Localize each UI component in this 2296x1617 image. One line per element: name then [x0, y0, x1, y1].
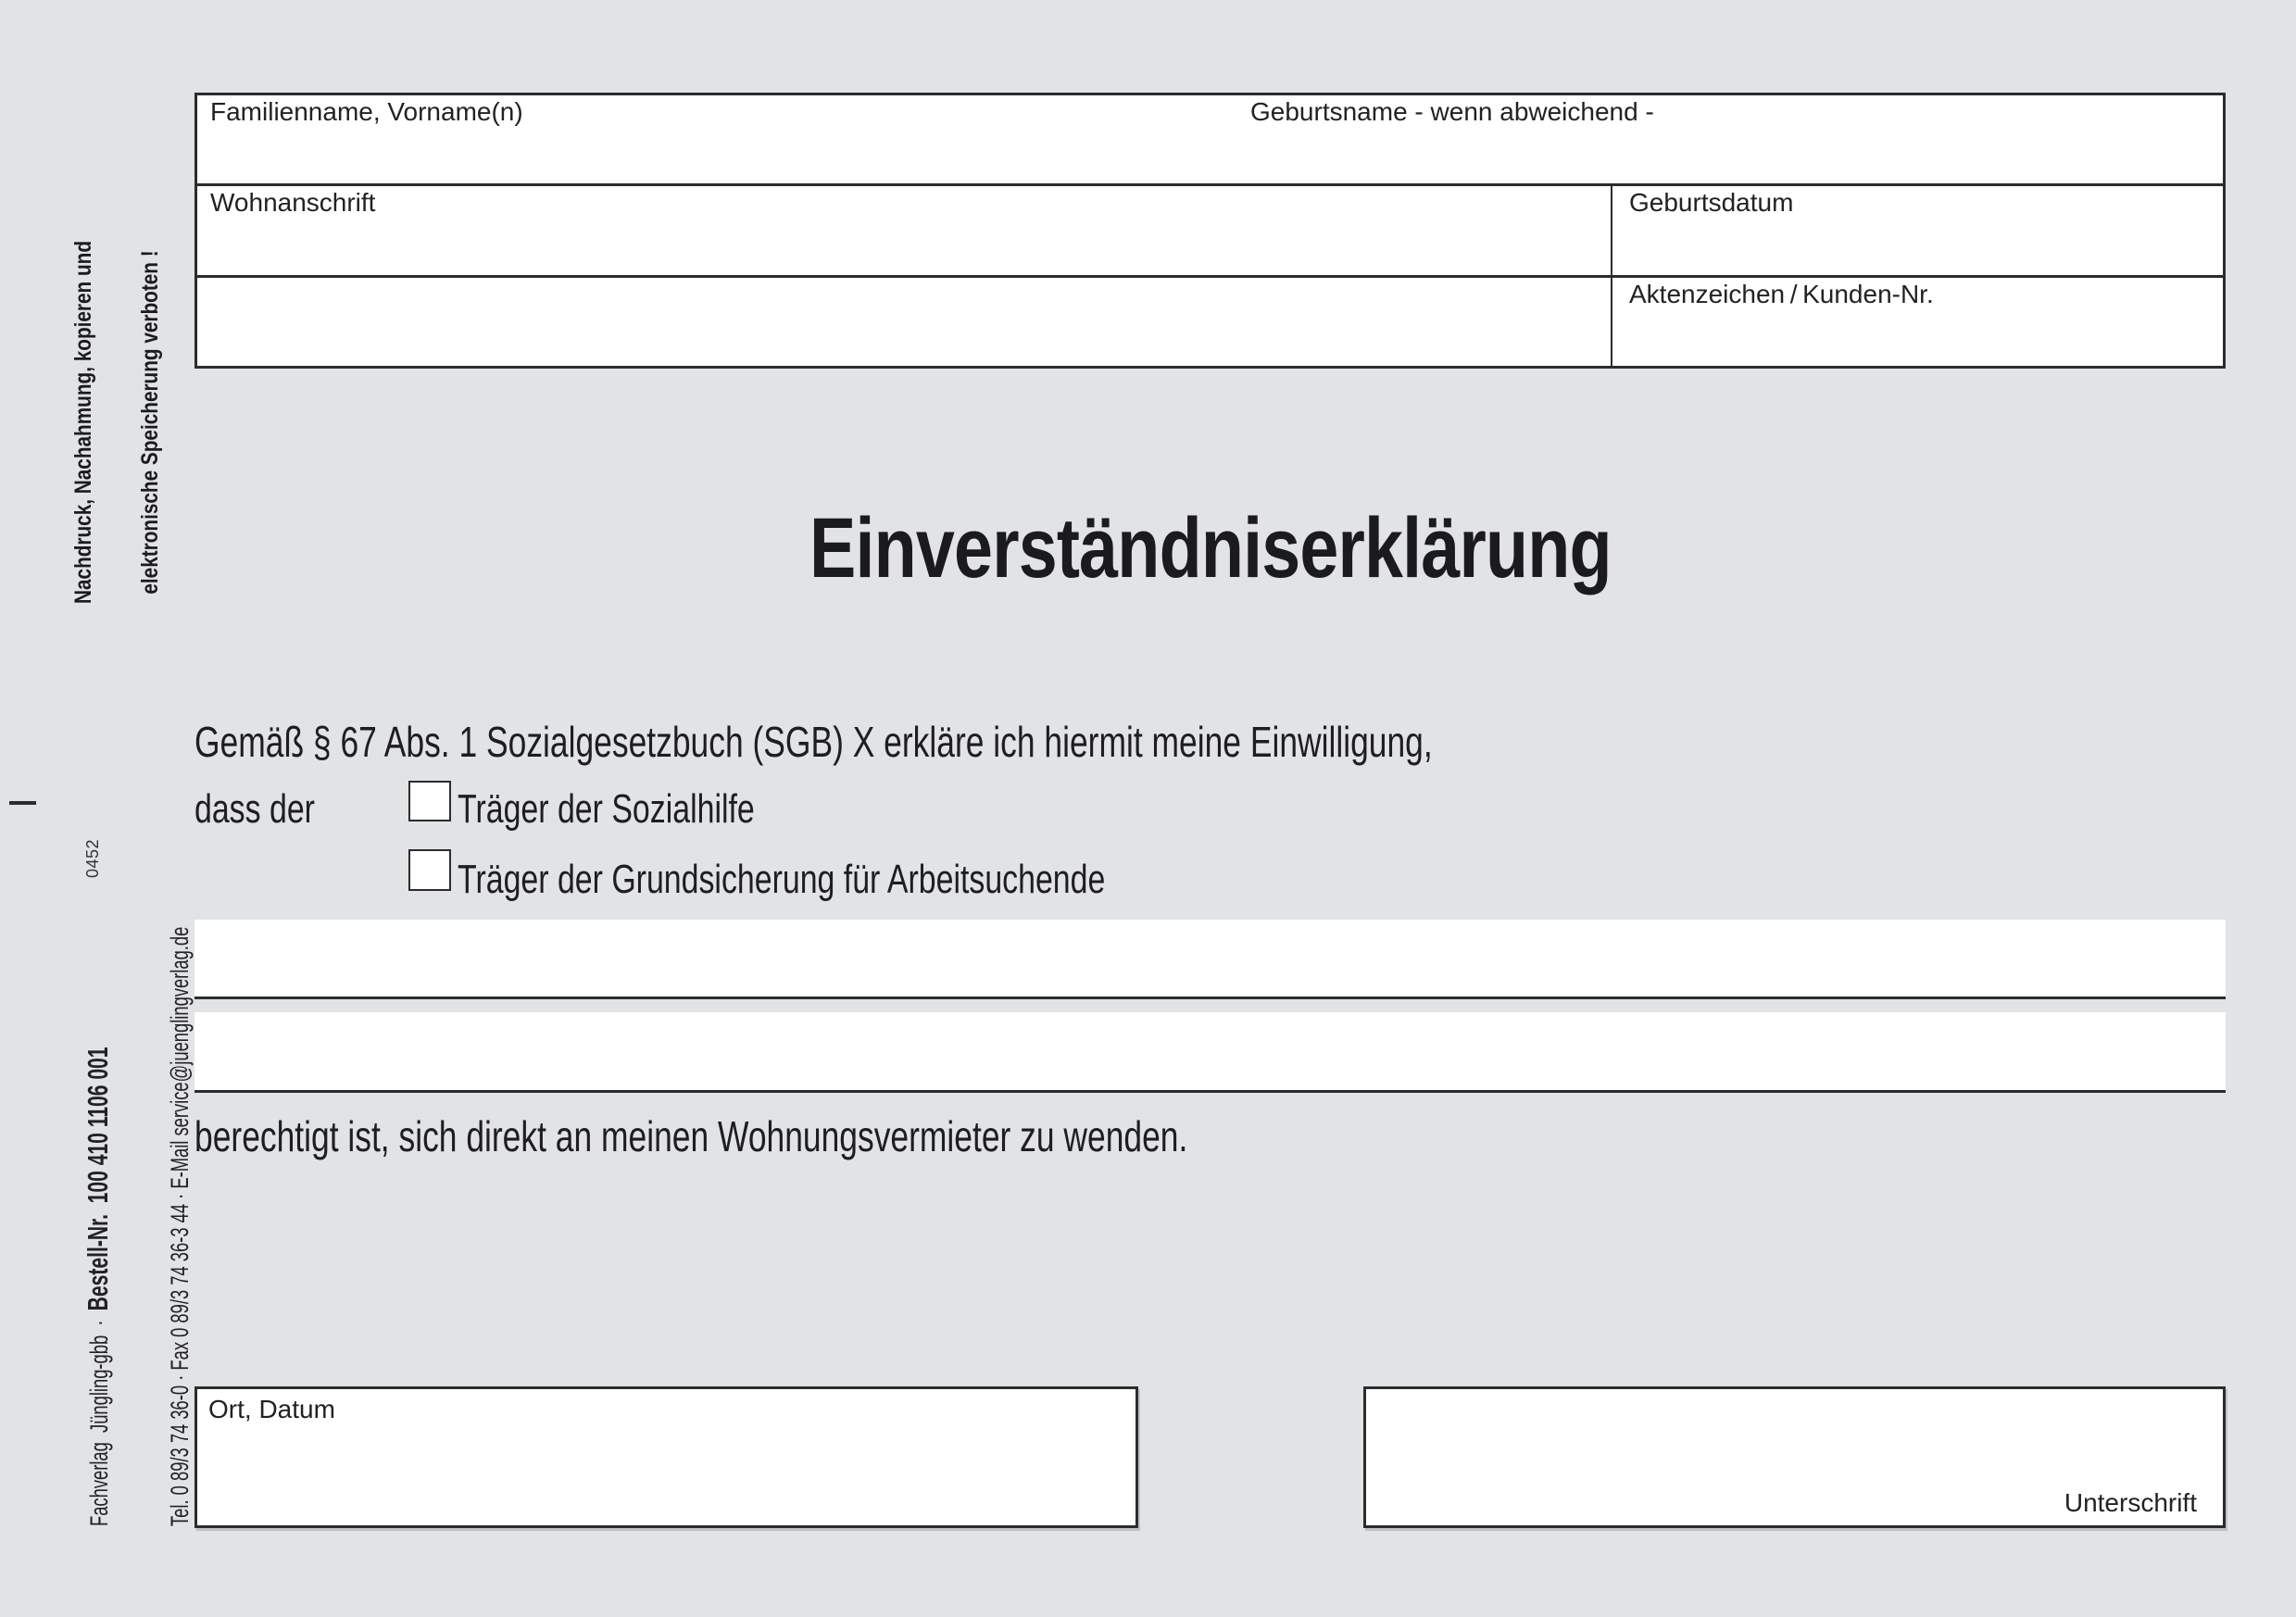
- copyright-notice-line1: Nachdruck, Nachahmung, kopieren und: [72, 241, 94, 604]
- copyright-notice-line2: elektronische Speicherung verboten !: [139, 241, 161, 604]
- consent-form-page: Familienname, Vorname(n) Geburtsname - w…: [0, 0, 2296, 1617]
- option-grundsicherung-label: Träger der Grundsicherung für Arbeitsuch…: [458, 859, 1105, 900]
- page-title-wrap: Einverständniserklärung: [194, 506, 2226, 591]
- form-code: 0452: [82, 839, 104, 878]
- fold-mark: [9, 801, 36, 805]
- blank-line-1[interactable]: [194, 920, 2226, 999]
- field-wohnanschrift[interactable]: [197, 186, 1611, 275]
- familienname-label: Familienname, Vorname(n): [210, 99, 523, 125]
- consent-intro-text: Gemäß § 67 Abs. 1 Sozialgesetzbuch (SGB)…: [194, 721, 1433, 763]
- geburtsdatum-label: Geburtsdatum: [1629, 190, 1793, 216]
- order-number: Bestell-Nr. 100 410 1106 001: [82, 1047, 114, 1311]
- checkbox-traeger-sozialhilfe[interactable]: [408, 781, 451, 821]
- consent-closing-text: berechtigt ist, sich direkt an meinen Wo…: [194, 1115, 1187, 1158]
- consent-intro-line: Gemäß § 67 Abs. 1 Sozialgesetzbuch (SGB)…: [194, 721, 1802, 763]
- field-ort-datum[interactable]: Ort, Datum: [194, 1386, 1138, 1528]
- field-wohnanschrift-continued[interactable]: [197, 278, 1611, 366]
- blank-line-2[interactable]: [194, 1012, 2226, 1093]
- field-unterschrift[interactable]: Unterschrift: [1363, 1386, 2226, 1528]
- publisher-contact-line: Tel. 0 89/3 74 36-0 · Fax 0 89/3 74 36-3…: [167, 927, 194, 1526]
- option-sozialhilfe-label: Träger der Sozialhilfe: [458, 789, 755, 830]
- publisher-name: Fachverlag Jüngling-gbb ·: [85, 1310, 113, 1526]
- checkbox-traeger-grundsicherung[interactable]: [408, 849, 451, 891]
- consent-subject-prefix: dass der: [194, 789, 351, 830]
- consent-subject-prefix-text: dass der: [194, 789, 315, 830]
- publisher-order-line: Fachverlag Jüngling-gbb · Bestell-Nr. 10…: [84, 927, 113, 1526]
- wohnanschrift-label: Wohnanschrift: [210, 190, 375, 216]
- option-sozialhilfe: Träger der Sozialhilfe: [458, 789, 844, 830]
- geburtsname-label: Geburtsname - wenn abweichend -: [1250, 99, 1654, 125]
- consent-closing-line: berechtigt ist, sich direkt an meinen Wo…: [194, 1115, 1485, 1158]
- personal-data-table: Familienname, Vorname(n) Geburtsname - w…: [194, 93, 2226, 369]
- unterschrift-label: Unterschrift: [2064, 1490, 2197, 1516]
- copyright-notice: Nachdruck, Nachahmung, kopieren und elek…: [28, 241, 206, 604]
- publisher-imprint: Fachverlag Jüngling-gbb · Bestell-Nr. 10…: [31, 927, 247, 1526]
- page-title: Einverständniserklärung: [809, 506, 1612, 591]
- aktenzeichen-label: Aktenzeichen / Kunden-Nr.: [1629, 282, 1934, 307]
- option-grundsicherung: Träger der Grundsicherung für Arbeitsuch…: [458, 859, 1299, 900]
